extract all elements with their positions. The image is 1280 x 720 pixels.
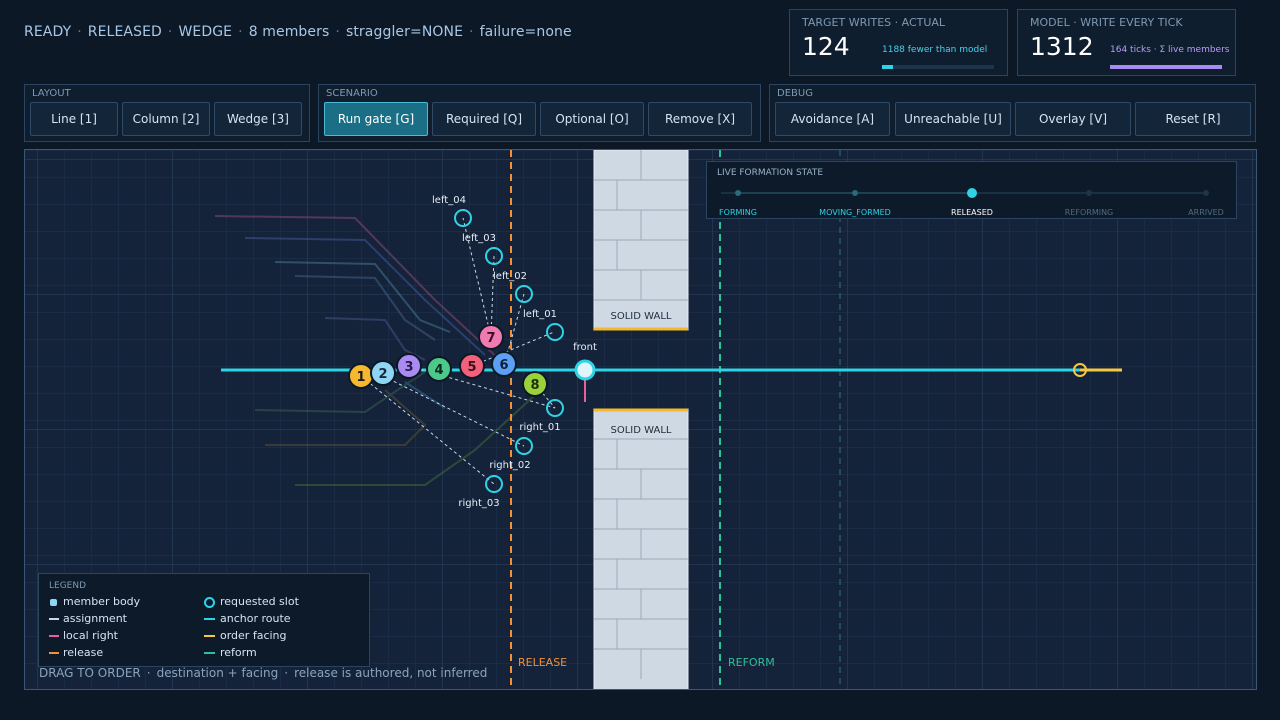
local-right-icon [49,635,59,637]
anchor-route-icon [204,618,215,620]
column-layout-button[interactable]: Column [2] [122,102,210,136]
legend-release: release [63,646,104,659]
model-writes-bar [1110,65,1222,69]
model-writes-value: 1312 [1030,32,1094,61]
optional-button[interactable]: Optional [O] [540,102,644,136]
status-state: READY [24,24,72,40]
member-3-label: 3 [404,360,413,375]
state-dot-reforming [1086,190,1092,196]
scenario-panel-title: SCENARIO [326,88,378,99]
state-dot-arrived [1203,190,1209,196]
legend-assignment: assignment [63,612,127,625]
requested-slot-icon [204,597,215,608]
reform-label: REFORM [728,656,775,669]
member-8-label: 8 [530,378,539,393]
member-2-label: 2 [378,367,387,382]
legend-local-right: local right [63,629,118,642]
state-arrived: ARRIVED [1188,208,1224,217]
legend-title: LEGEND [49,581,87,591]
status-members: 8 members [248,24,330,40]
footer-release-note: release is authored, not inferred [294,666,488,680]
target-writes-value: 124 [802,32,850,61]
slot-right-01-label: right_01 [519,422,560,433]
state-dot-moving-formed [852,190,858,196]
lower-wall: SOLID WALL [593,408,689,689]
upper-wall-label: SOLID WALL [611,311,672,322]
target-writes-card: TARGET WRITES · ACTUAL 124 1188 fewer th… [789,9,1008,76]
target-writes-track [882,65,994,69]
layout-panel-title: LAYOUT [32,88,71,99]
legend-anchor-route: anchor route [220,612,291,625]
target-writes-label: TARGET WRITES · ACTUAL [802,16,946,29]
member-body-icon [50,599,57,606]
model-writes-sub: 164 ticks · Σ live members [1110,45,1230,55]
formation-state-panel: LIVE FORMATION STATE FORMING MOVING_FORM… [706,161,1237,219]
unreachable-button[interactable]: Unreachable [U] [895,102,1011,136]
state-reforming: REFORMING [1064,208,1114,217]
slot-right-02-label: right_02 [489,460,530,471]
state-moving-formed: MOVING_FORMED [819,208,891,217]
assignment-icon [49,618,59,620]
legend-member-body: member body [63,595,141,608]
wedge-layout-button[interactable]: Wedge [3] [214,102,302,136]
slot-left-02-label: left_02 [493,271,527,282]
run-gate-button[interactable]: Run gate [G] [324,102,428,136]
scenario-panel: SCENARIO Run gate [G] Required [Q] Optio… [318,84,761,142]
state-dot-released [967,188,977,198]
model-writes-track [1110,65,1222,69]
status-mode: RELEASED [87,24,162,40]
upper-wall: SOLID WALL [593,150,689,331]
legend-requested-slot: requested slot [220,595,299,608]
target-writes-bar [882,65,893,69]
state-forming: FORMING [719,208,757,217]
debug-panel-title: DEBUG [777,88,813,99]
formation-canvas[interactable]: RELEASE REFORM SOLID WALL SOLID WALL lef… [24,149,1257,690]
status-line: READY · RELEASED · WEDGE · 8 members · straggler… [24,24,572,40]
slot-left-03-label: left_03 [462,233,496,244]
footer-destination: destination + facing [156,666,279,680]
member-6-label: 6 [499,358,508,373]
front-marker[interactable] [574,359,596,381]
lower-wall-label: SOLID WALL [611,425,672,436]
legend: LEGEND member body requested slot assign… [38,573,370,667]
legend-order-facing: order facing [220,629,287,642]
status-layout: WEDGE [178,24,233,40]
avoidance-button[interactable]: Avoidance [A] [775,102,890,136]
release-icon [49,652,59,654]
required-button[interactable]: Required [Q] [432,102,536,136]
slot-right-03-label: right_03 [458,498,499,509]
status-failure: failure=none [479,24,572,40]
front-label: front [573,342,597,353]
debug-panel: DEBUG Avoidance [A] Unreachable [U] Over… [769,84,1256,142]
overlay-button[interactable]: Overlay [V] [1015,102,1131,136]
line-layout-button[interactable]: Line [1] [30,102,118,136]
state-dot-forming [735,190,741,196]
member-4-label: 4 [434,363,443,378]
reset-button[interactable]: Reset [R] [1135,102,1251,136]
target-writes-sub: 1188 fewer than model [882,45,988,55]
footer-hint: DRAG TO ORDER · destination + facing · relea… [39,666,488,680]
model-writes-label: MODEL · WRITE EVERY TICK [1030,16,1183,29]
state-released: RELEASED [951,208,993,217]
member-1-label: 1 [356,370,365,385]
slot-left-04-label: left_04 [432,195,466,206]
slot-left-01-label: left_01 [523,309,557,320]
member-5-label: 5 [467,360,476,375]
model-writes-card: MODEL · WRITE EVERY TICK 1312 164 ticks … [1017,9,1236,76]
legend-reform: reform [220,646,257,659]
order-facing-icon [204,635,215,637]
footer-drag: DRAG TO ORDER [39,666,141,680]
reform-icon [204,652,215,654]
member-7-label: 7 [486,331,495,346]
release-label: RELEASE [518,656,567,669]
layout-panel: LAYOUT Line [1] Column [2] Wedge [3] [24,84,310,142]
remove-button[interactable]: Remove [X] [648,102,752,136]
status-straggler: straggler=NONE [345,24,464,40]
